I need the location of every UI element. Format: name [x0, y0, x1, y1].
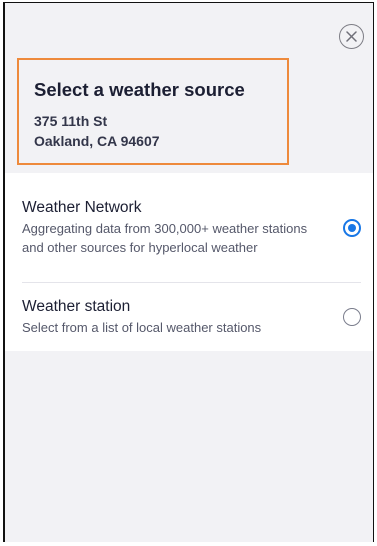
- address-line-2: Oakland, CA 94607: [34, 133, 160, 149]
- option-description: Select from a list of local weather stat…: [22, 319, 262, 335]
- radio-selected-dot: [348, 223, 356, 232]
- close-icon: [346, 31, 357, 42]
- option-weather-network[interactable]: Weather Network Aggregating data from 30…: [5, 173, 373, 282]
- location-header: Select a weather source 375 11th St Oakl…: [17, 58, 289, 165]
- close-button[interactable]: [339, 24, 364, 49]
- option-title: Weather station: [22, 297, 131, 315]
- option-description: Aggregating data from 300,000+ weather s…: [22, 220, 308, 256]
- dialog-title: Select a weather source: [34, 79, 245, 100]
- radio-weather-network[interactable]: [343, 218, 361, 237]
- source-options-list: Weather Network Aggregating data from 30…: [5, 173, 373, 351]
- radio-weather-station[interactable]: [343, 308, 361, 326]
- option-title: Weather Network: [22, 198, 142, 216]
- address-line-1: 375 11th St: [34, 113, 108, 129]
- weather-source-sheet: Select a weather source 375 11th St Oakl…: [3, 2, 374, 542]
- option-weather-station[interactable]: Weather station Select from a list of lo…: [5, 283, 373, 351]
- option-text: Weather Network Aggregating data from 30…: [22, 198, 343, 258]
- option-text: Weather station Select from a list of lo…: [22, 297, 343, 338]
